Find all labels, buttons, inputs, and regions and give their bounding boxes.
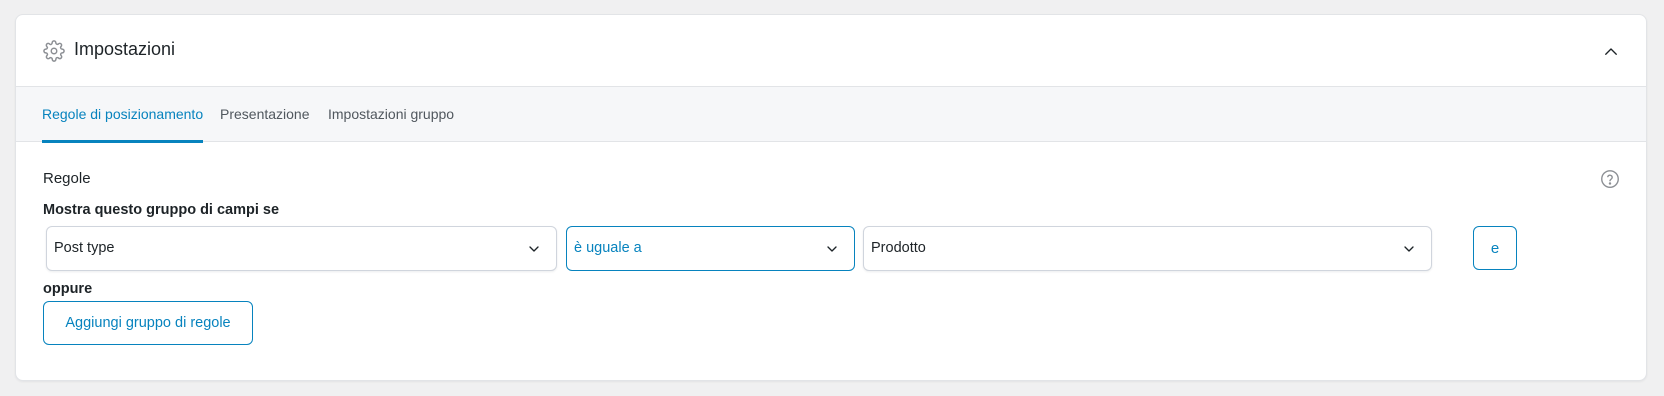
rule-value-select[interactable]: Prodotto (863, 226, 1432, 271)
help-circle-icon[interactable] (1599, 168, 1621, 190)
gear-icon (43, 40, 65, 62)
collapse-button[interactable] (1596, 37, 1626, 67)
add-rule-group-button[interactable]: Aggiungi gruppo di regole (43, 301, 253, 345)
chevron-up-icon (1605, 48, 1617, 55)
tab-location-rules[interactable]: Regole di posizionamento (42, 87, 204, 143)
rules-section: Regole Mostra questo gruppo di campi se … (16, 142, 1646, 380)
rule-param-select[interactable]: Post type (46, 226, 557, 271)
or-label: oppure (43, 281, 93, 297)
tab-bar: Regole di posizionamento Presentazione I… (16, 87, 1646, 143)
chevron-down-icon (827, 246, 837, 252)
tab-group-settings[interactable]: Impostazioni gruppo (328, 87, 454, 142)
settings-panel: Impostazioni Regole di posizionamento Pr… (15, 14, 1647, 381)
rule-value-value: Prodotto (871, 240, 926, 256)
show-group-if-label: Mostra questo gruppo di campi se (43, 202, 280, 218)
rule-operator-value: è uguale a (574, 240, 642, 256)
chevron-down-icon (1404, 246, 1414, 252)
chevron-down-icon (529, 246, 539, 252)
panel-title: Impostazioni (74, 39, 176, 59)
rule-operator-select[interactable]: è uguale a (566, 226, 855, 271)
panel-header[interactable]: Impostazioni (16, 15, 1646, 87)
add-and-rule-button[interactable]: e (1473, 226, 1517, 270)
rules-label: Regole (43, 170, 91, 187)
tab-presentation[interactable]: Presentazione (220, 87, 310, 142)
rule-param-value: Post type (54, 240, 115, 256)
